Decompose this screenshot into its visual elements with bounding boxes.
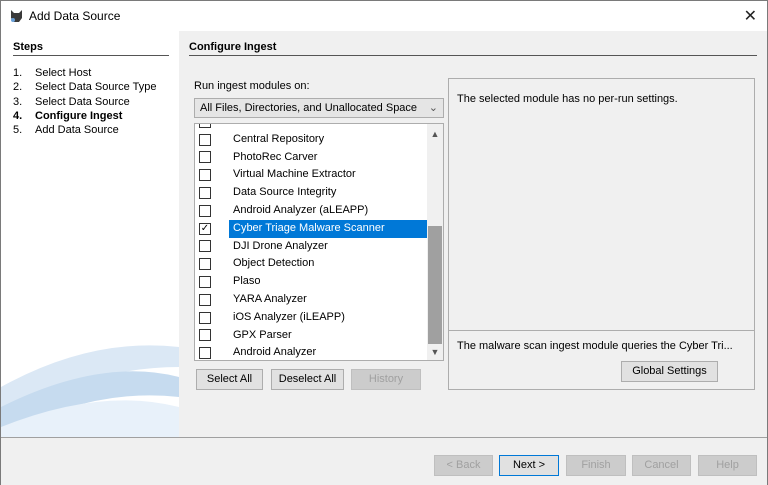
module-label: Central Repository	[233, 132, 325, 145]
wizard-footer: < Back Next > Finish Cancel Help	[1, 437, 767, 485]
help-button[interactable]: Help	[698, 455, 757, 476]
select-all-button[interactable]: Select All	[196, 369, 263, 390]
module-label: Object Detection	[233, 257, 315, 270]
chevron-down-icon: ⌄	[428, 102, 438, 114]
module-label: Data Source Integrity	[233, 186, 337, 199]
module-label: Android Analyzer	[233, 346, 317, 359]
module-row[interactable]: ✓ Cyber Triage Malware Scanner	[195, 219, 428, 238]
configure-ingest-panel: Configure Ingest Run ingest modules on: …	[179, 31, 767, 437]
module-row[interactable]: Android Analyzer (aLEAPP)	[195, 202, 428, 220]
module-label: Cyber Triage Malware Scanner	[229, 219, 428, 238]
cancel-button[interactable]: Cancel	[632, 455, 691, 476]
run-on-label: Run ingest modules on:	[194, 80, 310, 92]
module-checkbox[interactable]	[199, 187, 211, 200]
scroll-down-icon[interactable]: ▼	[427, 344, 443, 360]
back-button[interactable]: < Back	[434, 455, 493, 476]
ingest-modules-list[interactable]: Central Repository PhotoRec Carver Virtual…	[194, 123, 444, 361]
step-number: 3.	[13, 95, 23, 108]
steps-heading: Steps	[13, 41, 169, 56]
module-label: Virtual Machine Extractor	[233, 168, 356, 181]
module-checkbox[interactable]	[199, 347, 211, 360]
module-row[interactable]: iOS Analyzer (iLEAPP)	[195, 309, 428, 327]
run-on-dropdown[interactable]: All Files, Directories, and Unallocated …	[194, 98, 444, 118]
add-data-source-dialog: Add Data Source ✕ Steps 1. Select Host 2. S…	[0, 0, 768, 485]
module-row[interactable]: DJI Drone Analyzer	[195, 238, 428, 256]
step-label: Select Data Source Type	[35, 81, 157, 94]
deselect-all-button[interactable]: Deselect All	[271, 369, 344, 390]
module-label: PhotoRec Carver	[233, 150, 318, 163]
module-row[interactable]: Plaso	[195, 273, 428, 291]
next-button[interactable]: Next >	[499, 455, 559, 476]
module-label: iOS Analyzer (iLEAPP)	[233, 310, 345, 323]
step-item: 5. Add Data Source	[13, 124, 156, 138]
steps-list: 1. Select Host 2. Select Data Source Type 3.…	[13, 67, 156, 138]
module-settings-panel: The selected module has no per-run setti…	[448, 78, 755, 390]
list-item-partial	[195, 124, 428, 131]
module-row[interactable]: Object Detection	[195, 255, 428, 273]
window-title: Add Data Source	[29, 9, 121, 23]
module-row[interactable]: GPX Parser	[195, 327, 428, 345]
scroll-up-icon[interactable]: ▲	[427, 126, 443, 142]
module-checkbox[interactable]	[199, 258, 211, 271]
step-item: 2. Select Data Source Type	[13, 81, 156, 95]
run-on-value: All Files, Directories, and Unallocated …	[200, 102, 418, 114]
scroll-thumb[interactable]	[428, 226, 442, 344]
steps-panel: Steps 1. Select Host 2. Select Data Source …	[1, 31, 179, 437]
step-number: 1.	[13, 67, 23, 79]
module-checkbox[interactable]: ✓	[199, 222, 211, 235]
step-number: 2.	[13, 81, 23, 94]
decorative-swoosh	[1, 345, 179, 437]
history-button[interactable]: History	[351, 369, 421, 390]
module-row[interactable]: Virtual Machine Extractor	[195, 166, 428, 184]
step-label: Select Data Source	[35, 95, 130, 108]
module-label: GPX Parser	[233, 328, 292, 341]
step-item: 3. Select Data Source	[13, 96, 156, 110]
title-bar: Add Data Source ✕	[1, 1, 767, 31]
step-number: 4.	[13, 109, 23, 122]
module-row[interactable]: Data Source Integrity	[195, 184, 428, 202]
module-checkbox[interactable]	[199, 151, 211, 164]
step-label: Configure Ingest	[35, 109, 123, 122]
module-checkbox[interactable]	[199, 133, 211, 146]
module-row[interactable]: Android Analyzer	[195, 344, 428, 360]
module-checkbox[interactable]	[199, 204, 211, 217]
step-item: 1. Select Host	[13, 67, 156, 81]
list-scrollbar[interactable]: ▲ ▼	[427, 124, 443, 360]
module-checkbox[interactable]	[199, 240, 211, 253]
module-label: YARA Analyzer	[233, 293, 307, 305]
module-checkbox[interactable]	[199, 329, 211, 342]
module-description: The malware scan ingest module queries t…	[457, 340, 733, 352]
module-label: Android Analyzer (aLEAPP)	[233, 204, 369, 216]
module-label: Plaso	[233, 275, 261, 288]
module-checkbox[interactable]	[199, 276, 211, 289]
panel-heading: Configure Ingest	[189, 41, 757, 56]
divider	[449, 330, 754, 331]
module-row[interactable]: Central Repository	[195, 131, 428, 149]
module-row[interactable]: PhotoRec Carver	[195, 149, 428, 167]
step-number: 5.	[13, 124, 23, 137]
global-settings-button[interactable]: Global Settings	[621, 361, 718, 382]
autopsy-app-icon	[11, 10, 22, 22]
step-item: 4. Configure Ingest	[13, 110, 156, 124]
step-label: Add Data Source	[35, 124, 119, 137]
module-label: DJI Drone Analyzer	[233, 239, 328, 252]
close-icon[interactable]: ✕	[744, 6, 757, 26]
module-row[interactable]: YARA Analyzer	[195, 291, 428, 309]
module-checkbox[interactable]	[199, 169, 211, 182]
finish-button[interactable]: Finish	[566, 455, 626, 476]
step-label: Select Host	[35, 67, 92, 79]
settings-message: The selected module has no per-run setti…	[457, 93, 678, 105]
module-checkbox[interactable]	[199, 311, 211, 324]
module-checkbox[interactable]	[199, 293, 211, 306]
